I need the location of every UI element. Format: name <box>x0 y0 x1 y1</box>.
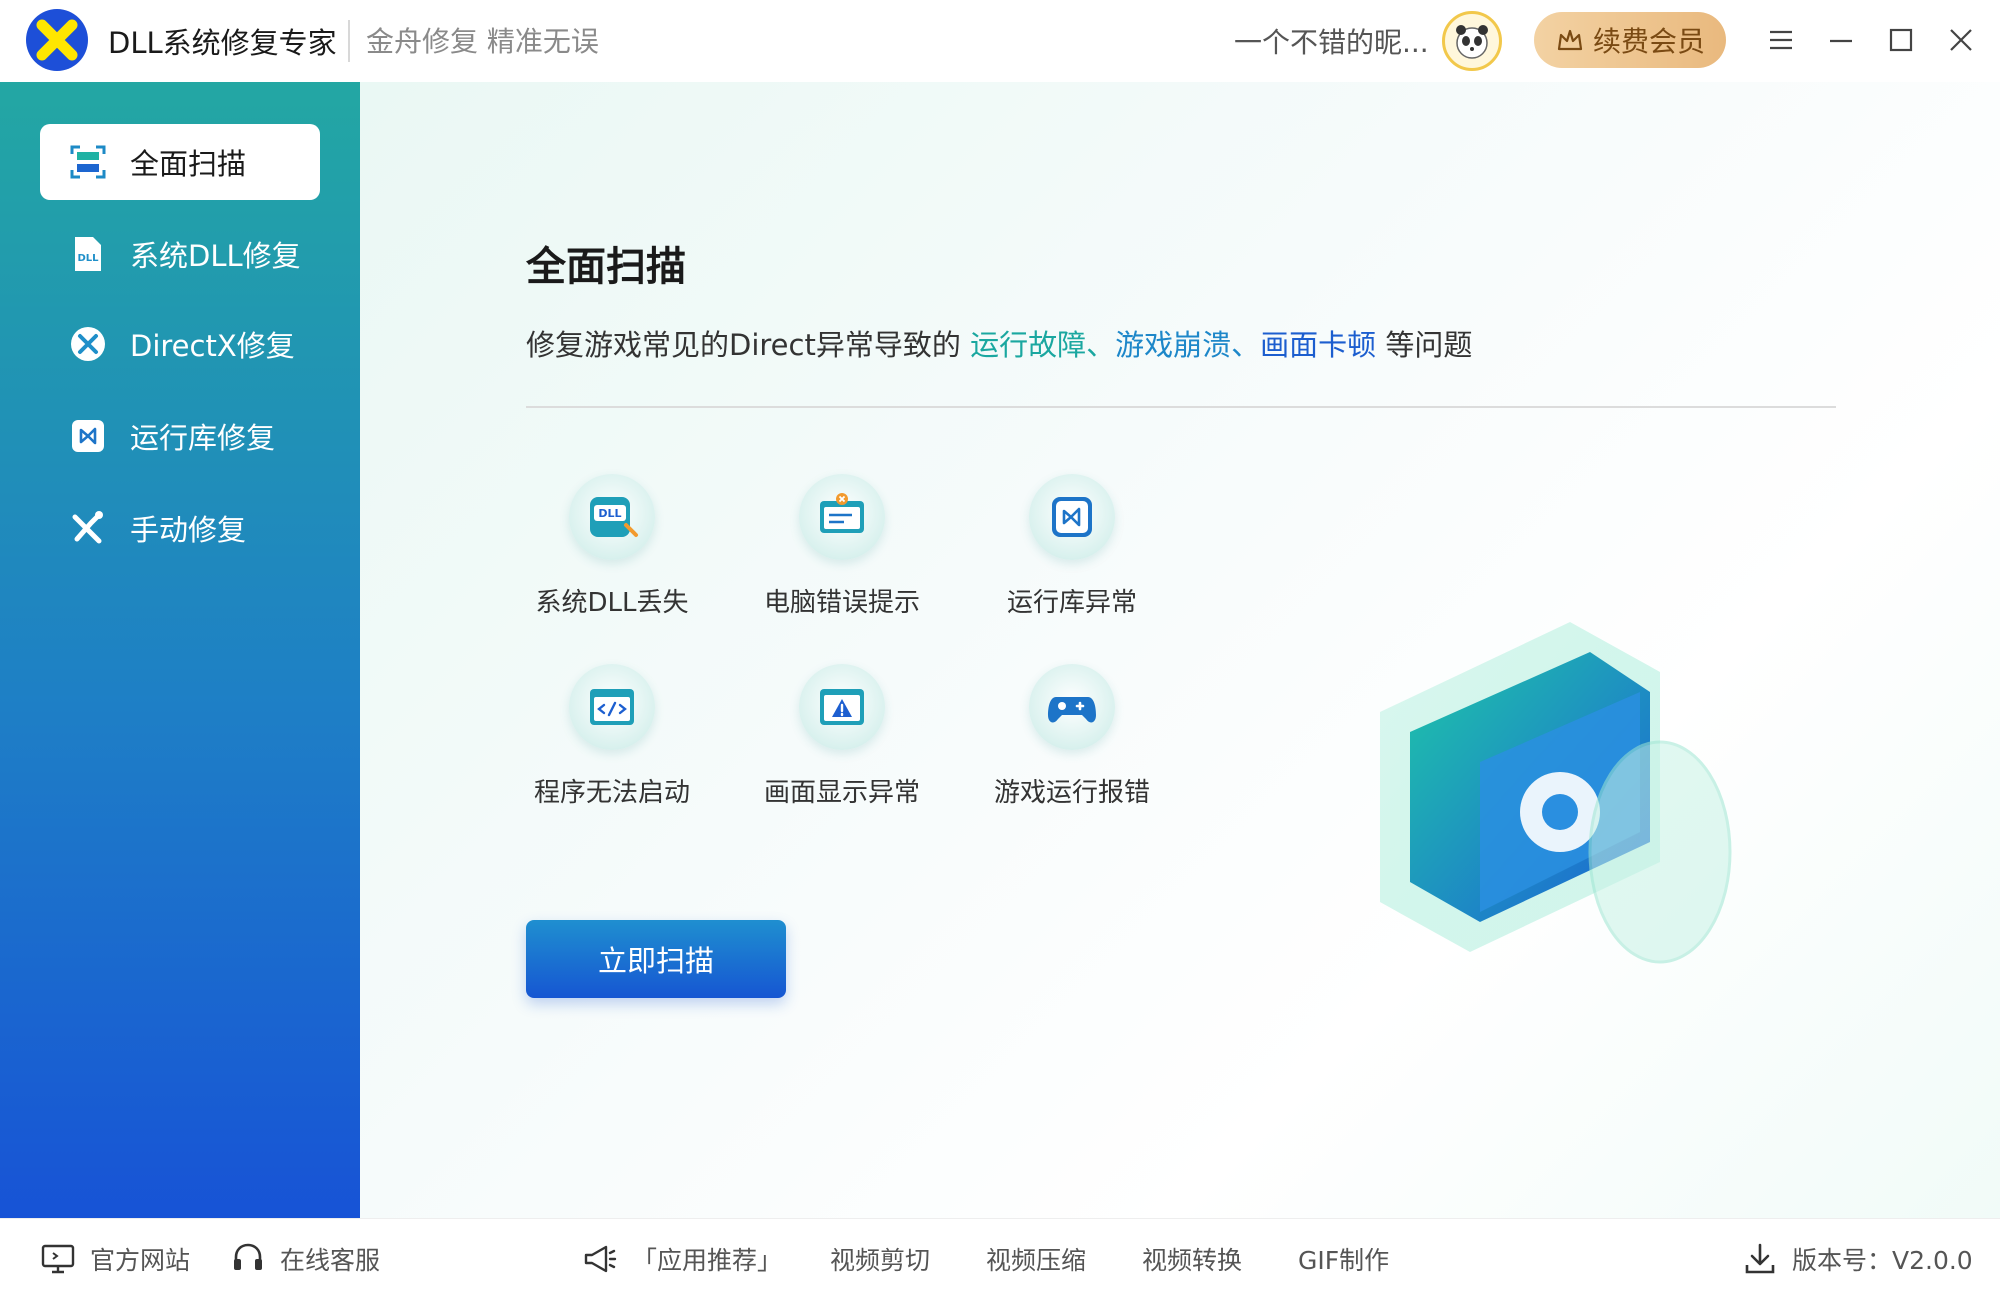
sidebar-item-dll-repair[interactable]: DLL 系统DLL修复 <box>40 216 320 292</box>
error-prompt-icon <box>799 474 885 560</box>
scan-now-button[interactable]: 立即扫描 <box>526 920 786 998</box>
feature-label: 游戏运行报错 <box>993 778 1150 808</box>
vip-label: 续费会员 <box>1592 25 1705 58</box>
crown-icon <box>1557 29 1583 51</box>
sidebar-item-label: 运行库修复 <box>130 421 276 455</box>
video-compress-link[interactable]: 视频压缩 <box>986 1237 1086 1281</box>
program-launch-icon <box>569 664 655 750</box>
video-convert-link[interactable]: 视频转换 <box>1142 1237 1242 1281</box>
sidebar-item-label: 手动修复 <box>130 513 247 547</box>
dll-missing-icon: DLL <box>569 474 655 560</box>
desc-highlight-screen-lag: 画面卡顿 <box>1260 328 1377 362</box>
official-website-link[interactable]: 官方网站 <box>40 1237 190 1281</box>
tools-icon <box>68 508 108 548</box>
sidebar-item-full-scan[interactable]: 全面扫描 <box>40 124 320 200</box>
online-support-label: 在线客服 <box>280 1246 381 1275</box>
footer-link-label: GIF制作 <box>1298 1246 1390 1275</box>
panda-avatar-icon[interactable] <box>1442 11 1502 71</box>
title-divider <box>348 20 350 62</box>
bottom-bar: 官方网站 在线客服 「应用推荐」 视频剪切 视频压缩 视频转换 GIF制作 版本… <box>0 1218 2000 1300</box>
svg-text:DLL: DLL <box>77 253 99 264</box>
svg-text:DLL: DLL <box>598 507 621 520</box>
monitor-icon <box>41 1244 75 1274</box>
dll-file-icon: DLL <box>68 234 108 274</box>
sidebar-item-manual-repair[interactable]: 手动修复 <box>40 490 320 566</box>
footer-link-label: 视频剪切 <box>830 1246 931 1275</box>
maximize-icon[interactable] <box>1881 20 1921 60</box>
feature-label: 系统DLL丢失 <box>535 588 689 618</box>
username[interactable]: 一个不错的昵... <box>1234 21 1429 61</box>
x-logo-icon <box>26 9 88 71</box>
menu-icon[interactable] <box>1761 20 1801 60</box>
headset-icon <box>234 1243 262 1270</box>
title-bar: DLL系统修复专家 金舟修复 精准无误 一个不错的昵... 续费会员 <box>0 0 2000 82</box>
download-icon <box>1745 1243 1775 1274</box>
feature-label: 画面显示异常 <box>763 778 920 808</box>
footer-link-label: 视频转换 <box>1142 1246 1243 1275</box>
close-icon[interactable] <box>1941 20 1981 60</box>
feature-error-prompt: 电脑错误提示 <box>732 474 952 634</box>
section-divider <box>526 406 1836 408</box>
sidebar-item-label: 系统DLL修复 <box>130 239 301 273</box>
feature-program-launch: 程序无法启动 <box>502 664 722 824</box>
sidebar-item-directx-repair[interactable]: DirectX修复 <box>40 306 320 382</box>
video-cut-link[interactable]: 视频剪切 <box>830 1237 930 1281</box>
app-recommend-link[interactable]: 「应用推荐」 <box>582 1237 782 1281</box>
megaphone-icon <box>584 1245 617 1273</box>
directx-icon <box>68 324 108 364</box>
sidebar-item-label: 全面扫描 <box>130 147 247 181</box>
scan-icon <box>68 142 108 182</box>
feature-dll-missing: DLL 系统DLL丢失 <box>502 474 722 634</box>
version-info[interactable]: 版本号：V2.0.0 <box>1742 1237 1973 1281</box>
app-recommend-label: 「应用推荐」 <box>632 1246 783 1275</box>
page-title: 全面扫描 <box>526 244 686 290</box>
feature-label: 运行库异常 <box>1006 588 1137 618</box>
gif-maker-link[interactable]: GIF制作 <box>1298 1237 1389 1281</box>
feature-display-warning: 画面显示异常 <box>732 664 952 824</box>
feature-label: 程序无法启动 <box>533 778 690 808</box>
gear-cube-illustration <box>1380 622 1732 964</box>
display-warning-icon <box>799 664 885 750</box>
sidebar: 全面扫描 DLL 系统DLL修复 DirectX修复 运行库修复 手动修复 <box>0 82 360 1218</box>
gamepad-icon <box>1029 664 1115 750</box>
desc-highlight-game-crash: 游戏崩溃、 <box>1115 328 1261 362</box>
main-panel: 全面扫描 修复游戏常见的Direct异常导致的 运行故障、游戏崩溃、画面卡顿 等… <box>360 82 2000 1218</box>
feature-game-error: 游戏运行报错 <box>962 664 1182 824</box>
runtime-error-icon <box>1029 474 1115 560</box>
feature-label: 电脑错误提示 <box>763 588 920 618</box>
sidebar-item-label: DirectX修复 <box>130 329 295 363</box>
desc-prefix: 修复游戏常见的Direct异常导致的 <box>526 328 971 362</box>
online-support-link[interactable]: 在线客服 <box>230 1237 380 1281</box>
minimize-icon[interactable] <box>1821 20 1861 60</box>
footer-link-label: 视频压缩 <box>986 1246 1087 1275</box>
desc-highlight-run-fault: 运行故障、 <box>970 328 1116 362</box>
app-slogan: 金舟修复 精准无误 <box>366 25 599 58</box>
version-label: 版本号：V2.0.0 <box>1792 1246 1973 1275</box>
feature-runtime-error: 运行库异常 <box>962 474 1182 634</box>
runtime-icon <box>68 416 108 456</box>
sidebar-item-runtime-repair[interactable]: 运行库修复 <box>40 398 320 474</box>
official-website-label: 官方网站 <box>90 1246 191 1275</box>
desc-suffix: 等问题 <box>1376 328 1473 362</box>
page-description: 修复游戏常见的Direct异常导致的 运行故障、游戏崩溃、画面卡顿 等问题 <box>526 322 1472 364</box>
renew-vip-button[interactable]: 续费会员 <box>1534 12 1726 68</box>
app-title: DLL系统修复专家 <box>108 26 337 60</box>
